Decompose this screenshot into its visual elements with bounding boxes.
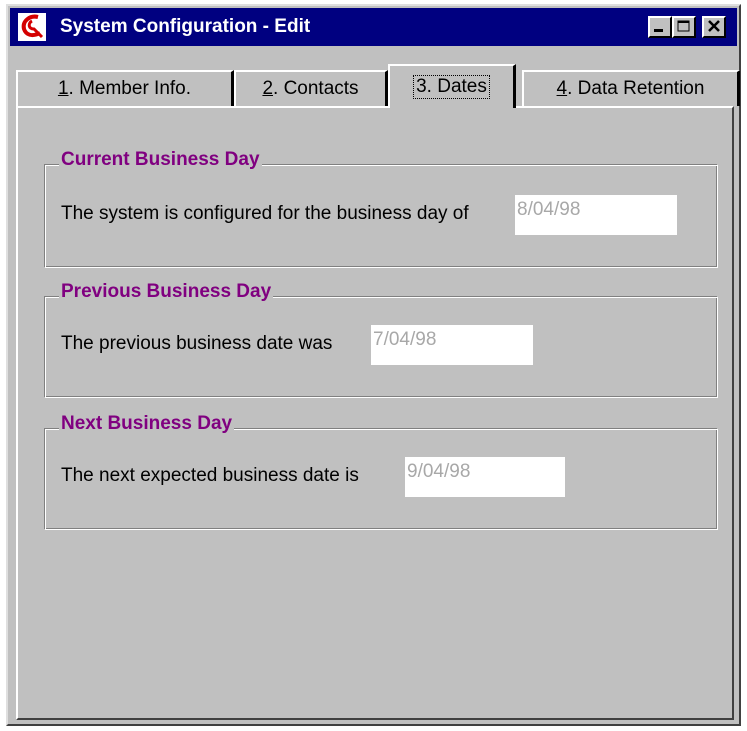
next-business-day-group: Next Business Day The next expected busi… bbox=[44, 413, 718, 530]
tab-member-info[interactable]: 1. Member Info. bbox=[16, 70, 234, 106]
dates-tab-panel: Current Business Day The system is confi… bbox=[16, 106, 734, 720]
minimize-button[interactable] bbox=[648, 16, 672, 38]
group-title: Current Business Day bbox=[59, 149, 262, 171]
next-business-day-field[interactable]: 9/04/98 bbox=[405, 457, 565, 497]
tab-label: 1. Member Info. bbox=[57, 78, 192, 99]
window-title: System Configuration - Edit bbox=[60, 16, 311, 37]
current-business-day-group: Current Business Day The system is confi… bbox=[44, 149, 718, 268]
tab-label: 3. Dates bbox=[413, 75, 490, 99]
next-business-day-label: The next expected business date is bbox=[61, 465, 359, 486]
group-title: Previous Business Day bbox=[59, 281, 274, 303]
previous-business-day-field[interactable]: 7/04/98 bbox=[371, 325, 533, 365]
tab-label: 2. Contacts bbox=[262, 78, 359, 99]
previous-business-day-label: The previous business date was bbox=[61, 333, 333, 354]
current-business-day-field[interactable]: 8/04/98 bbox=[515, 195, 677, 235]
current-business-day-label: The system is configured for the busines… bbox=[61, 203, 469, 224]
tab-contacts[interactable]: 2. Contacts bbox=[234, 70, 388, 106]
tab-label: 4. Data Retention bbox=[556, 78, 705, 99]
minimize-icon bbox=[654, 29, 663, 32]
close-button[interactable] bbox=[702, 16, 726, 38]
close-icon bbox=[708, 20, 720, 32]
tab-dates[interactable]: 3. Dates bbox=[388, 64, 516, 108]
app-logo-icon[interactable] bbox=[18, 13, 46, 41]
tab-strip: 1. Member Info. 2. Contacts 3. Dates 4. … bbox=[16, 64, 740, 108]
previous-business-day-group: Previous Business Day The previous busin… bbox=[44, 281, 718, 398]
maximize-icon bbox=[677, 20, 690, 32]
maximize-button[interactable] bbox=[672, 16, 696, 38]
group-title: Next Business Day bbox=[59, 413, 235, 435]
tab-data-retention[interactable]: 4. Data Retention bbox=[522, 70, 740, 106]
system-configuration-window: System Configuration - Edit 1. Member In… bbox=[6, 4, 741, 726]
title-bar[interactable]: System Configuration - Edit bbox=[10, 8, 737, 46]
